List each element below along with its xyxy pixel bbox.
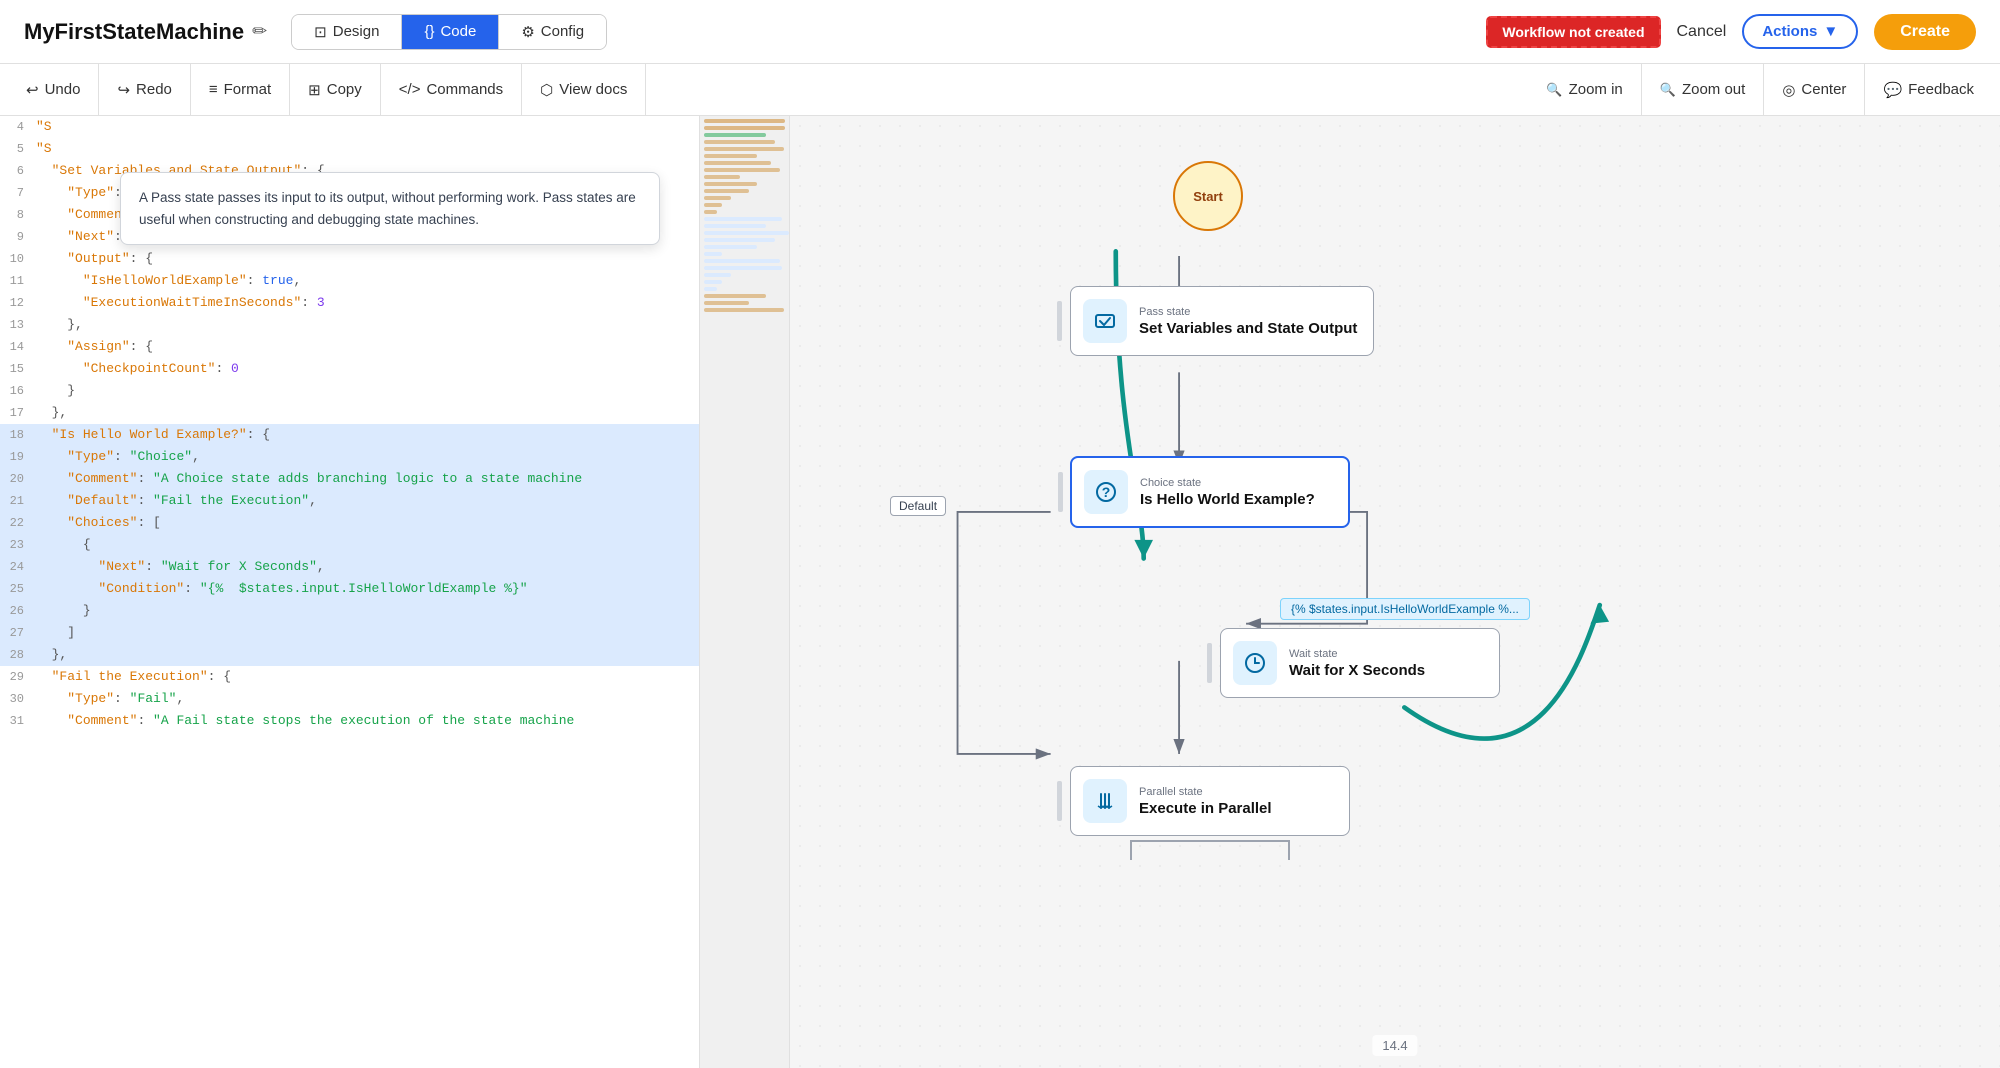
code-line: 15 "CheckpointCount": 0 (0, 358, 699, 380)
commands-button[interactable]: </> Commands (381, 64, 522, 116)
code-line-highlighted: 21 "Default": "Fail the Execution", (0, 490, 699, 512)
code-line-highlighted: 25 "Condition": "{% $states.input.IsHell… (0, 578, 699, 600)
code-line-highlighted: 19 "Type": "Choice", (0, 446, 699, 468)
choice-state-node[interactable]: ? Choice state Is Hello World Example? (1070, 456, 1350, 528)
code-line: 17 }, (0, 402, 699, 424)
code-line: 31 "Comment": "A Fail state stops the ex… (0, 710, 699, 732)
choice-state-icon: ? (1084, 470, 1128, 514)
condition-label: {% $states.input.IsHelloWorldExample %..… (1280, 598, 1530, 620)
feedback-icon: 💬 (1883, 81, 1902, 99)
choice-state-text: Choice state Is Hello World Example? (1140, 477, 1332, 508)
app-title: MyFirstStateMachine (24, 19, 244, 45)
viewdocs-button[interactable]: ⬡ View docs (522, 64, 645, 116)
parallel-split-right (1288, 840, 1290, 860)
pass-state-icon (1083, 299, 1127, 343)
drag-handle (1057, 301, 1062, 341)
parallel-split-left (1130, 840, 1132, 860)
code-line-highlighted: 20 "Comment": "A Choice state adds branc… (0, 468, 699, 490)
code-line-highlighted: 26 } (0, 600, 699, 622)
actions-label: Actions (1762, 23, 1817, 40)
code-line: 4 "S (0, 116, 699, 138)
parallel-state-text: Parallel state Execute in Parallel (1139, 786, 1333, 817)
code-line-highlighted: 24 "Next": "Wait for X Seconds", (0, 556, 699, 578)
code-line-highlighted: 22 "Choices": [ (0, 512, 699, 534)
zoomin-icon: 🔍 (1546, 82, 1562, 98)
tab-code[interactable]: {} Code (401, 15, 498, 49)
default-label: Default (890, 496, 946, 516)
code-line: 16 } (0, 380, 699, 402)
wait-state-text: Wait state Wait for X Seconds (1289, 648, 1483, 679)
code-line: 30 "Type": "Fail", (0, 688, 699, 710)
viewdocs-icon: ⬡ (540, 81, 553, 99)
header: MyFirstStateMachine ✏ ⊡ Design {} Code ⚙… (0, 0, 2000, 64)
cancel-button[interactable]: Cancel (1677, 23, 1727, 41)
copy-button[interactable]: ⊞ Copy (290, 64, 381, 116)
zoom-indicator: 14.4 (1372, 1035, 1417, 1056)
center-button[interactable]: ◎ Center (1764, 64, 1865, 116)
code-icon: {} (424, 23, 434, 40)
parallel-state-icon (1083, 779, 1127, 823)
zoomin-button[interactable]: 🔍 Zoom in (1528, 64, 1641, 116)
main-area: A Pass state passes its input to its out… (0, 116, 2000, 1068)
actions-button[interactable]: Actions ▼ (1742, 14, 1858, 49)
code-line: 13 }, (0, 314, 699, 336)
pass-state-text: Pass state Set Variables and State Outpu… (1139, 306, 1357, 337)
code-line: 29 "Fail the Execution": { (0, 666, 699, 688)
config-icon: ⚙ (521, 23, 534, 41)
tooltip-text: A Pass state passes its input to its out… (139, 190, 636, 227)
parallel-split-line (1130, 840, 1290, 842)
code-line-highlighted: 23 { (0, 534, 699, 556)
toolbar-right: 🔍 Zoom in 🔍 Zoom out ◎ Center 💬 Feedback (1528, 64, 1992, 116)
code-line-highlighted: 28 }, (0, 644, 699, 666)
canvas-panel[interactable]: Start Pass state Set Variables and State… (790, 116, 2000, 1068)
header-actions: Workflow not created Cancel Actions ▼ Cr… (1486, 14, 1976, 50)
pass-state-node[interactable]: Pass state Set Variables and State Outpu… (1070, 286, 1374, 356)
create-button[interactable]: Create (1874, 14, 1976, 50)
tab-design[interactable]: ⊡ Design (292, 15, 401, 49)
code-line: 5 "S (0, 138, 699, 160)
code-line-highlighted: 27 ] (0, 622, 699, 644)
toolbar: ↩ Undo ↪ Redo ≡ Format ⊞ Copy </> Comman… (0, 64, 2000, 116)
drag-handle (1058, 472, 1063, 512)
workflow-status: Workflow not created (1486, 16, 1660, 48)
minimap (700, 116, 790, 1068)
code-editor[interactable]: 4 "S 5 "S 6 "Set Variables and State Out… (0, 116, 699, 1068)
format-button[interactable]: ≡ Format (191, 64, 290, 116)
code-line: 12 "ExecutionWaitTimeInSeconds": 3 (0, 292, 699, 314)
tab-group: ⊡ Design {} Code ⚙ Config (291, 14, 607, 50)
edit-icon[interactable]: ✏ (252, 21, 267, 42)
start-node[interactable]: Start (1173, 161, 1243, 231)
drag-handle (1207, 643, 1212, 683)
tab-config[interactable]: ⚙ Config (498, 15, 606, 49)
code-line-highlighted: 18 "Is Hello World Example?": { (0, 424, 699, 446)
commands-icon: </> (399, 81, 421, 98)
undo-button[interactable]: ↩ Undo (8, 64, 99, 116)
code-line: 10 "Output": { (0, 248, 699, 270)
redo-button[interactable]: ↪ Redo (99, 64, 190, 116)
zoomout-button[interactable]: 🔍 Zoom out (1642, 64, 1765, 116)
toolbar-left: ↩ Undo ↪ Redo ≡ Format ⊞ Copy </> Comman… (8, 64, 646, 116)
code-line: 11 "IsHelloWorldExample": true, (0, 270, 699, 292)
feedback-button[interactable]: 💬 Feedback (1865, 64, 1992, 116)
design-icon: ⊡ (314, 23, 327, 41)
redo-icon: ↪ (117, 81, 130, 99)
wait-state-icon (1233, 641, 1277, 685)
undo-icon: ↩ (26, 81, 39, 99)
format-icon: ≡ (209, 81, 218, 98)
chevron-down-icon: ▼ (1823, 23, 1838, 40)
start-label: Start (1193, 189, 1223, 204)
svg-text:?: ? (1102, 484, 1111, 500)
tooltip-box: A Pass state passes its input to its out… (120, 172, 660, 245)
copy-icon: ⊞ (308, 81, 321, 99)
parallel-state-node[interactable]: Parallel state Execute in Parallel (1070, 766, 1350, 836)
center-icon: ◎ (1782, 81, 1795, 99)
zoomout-icon: 🔍 (1660, 82, 1676, 98)
diagram-svg (790, 116, 2000, 1068)
drag-handle (1057, 781, 1062, 821)
code-panel: A Pass state passes its input to its out… (0, 116, 700, 1068)
wait-state-node[interactable]: Wait state Wait for X Seconds (1220, 628, 1500, 698)
code-line: 14 "Assign": { (0, 336, 699, 358)
